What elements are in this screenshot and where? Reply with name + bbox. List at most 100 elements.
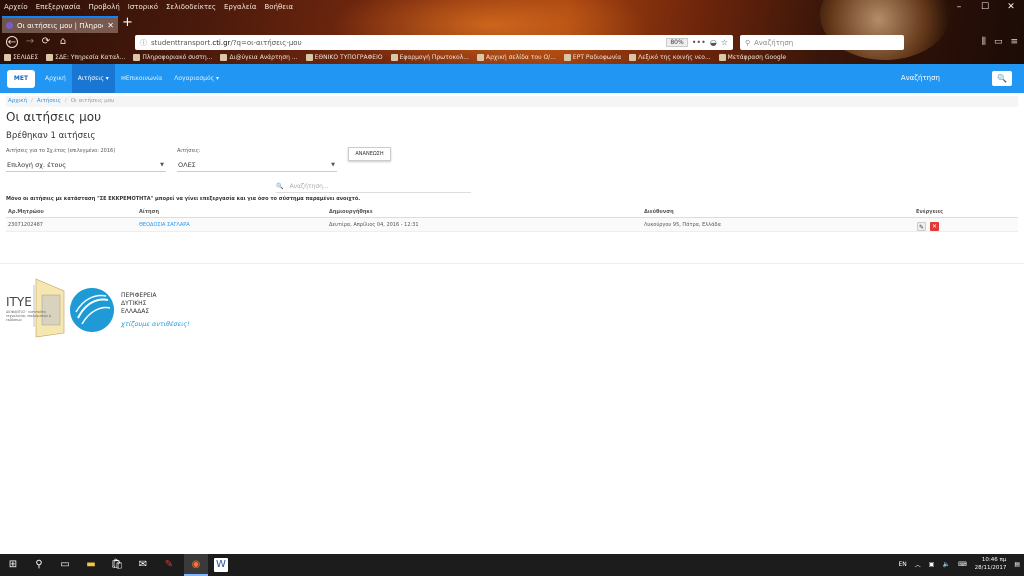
forward-icon[interactable]: →: [24, 36, 36, 48]
page-actions-icon[interactable]: •••: [692, 38, 706, 47]
close-window-icon[interactable]: ✕: [998, 0, 1024, 14]
nav-search-label[interactable]: Αναζήτηση: [901, 64, 940, 93]
refresh-button[interactable]: ΑΝΑΝΕΩΣΗ: [348, 147, 391, 161]
browser-search-placeholder: Αναζήτηση: [754, 38, 794, 47]
table-row: 23071202487 ΘΕΟΔΟΣΙΑ ΣΑΓΛΑΡΑ Δευτέρα, Απ…: [6, 218, 1018, 232]
bookmark-star-icon[interactable]: ☆: [721, 38, 728, 47]
nav-search-button[interactable]: 🔍: [992, 71, 1012, 86]
nav-applications[interactable]: Αιτήσεις ▾: [71, 64, 115, 93]
info-icon[interactable]: ⓘ: [140, 38, 147, 48]
menu-tools[interactable]: Εργαλεία: [220, 0, 261, 13]
menu-file[interactable]: Αρχείο: [0, 0, 32, 13]
firefox-icon[interactable]: ◉: [184, 554, 208, 576]
word-icon[interactable]: W: [214, 558, 228, 572]
windows-start-icon[interactable]: ⊞: [6, 558, 20, 572]
menu-history[interactable]: Ιστορικό: [124, 0, 162, 13]
col-application[interactable]: Αίτηση: [139, 209, 159, 215]
region-line-3: ΕΛΛΑΔΑΣ: [121, 308, 150, 315]
browser-navbar: ← → ⟳ ⌂ ⓘ studenttransport.cti.gr/?q=οι-…: [0, 33, 1024, 51]
tab-close-icon[interactable]: ✕: [107, 21, 114, 30]
bookmark-item[interactable]: ΣΔΕ: Υπηρεσία Καταλ...: [46, 54, 125, 61]
pocket-icon[interactable]: ◒: [710, 38, 717, 47]
delete-icon[interactable]: ✕: [930, 222, 939, 231]
bookmark-item[interactable]: Αρχική σελίδα του Ο/...: [476, 54, 556, 61]
task-view-icon[interactable]: ▭: [58, 558, 72, 572]
menu-view[interactable]: Προβολή: [84, 0, 123, 13]
system-tray: EN ︿ ▣ 🔈 ⌨ 10:46 πμ 28/11/2017 ▤: [899, 556, 1021, 572]
mail-icon[interactable]: ✉: [136, 558, 150, 572]
library-icon[interactable]: ⫼: [982, 37, 986, 47]
dropdown-caret-icon: ▼: [331, 162, 335, 168]
sidebar-icon[interactable]: ▭: [994, 37, 1003, 47]
col-created[interactable]: Δημιουργήθηκε: [329, 209, 373, 215]
volume-icon[interactable]: 🔈: [942, 561, 949, 568]
url-bar[interactable]: ⓘ studenttransport.cti.gr/?q=οι-αιτήσεις…: [135, 35, 733, 50]
url-text[interactable]: studenttransport.cti.gr/?q=οι-αιτήσεις-μ…: [151, 39, 662, 47]
bookmark-item[interactable]: Λεξικό της κοινής νεο...: [629, 54, 711, 61]
cell-registry: 23071202487: [8, 222, 43, 228]
tab-title: Οι αιτήσεις μου | Πληροφορι...: [17, 21, 103, 30]
nav-home[interactable]: Αρχική: [39, 64, 72, 93]
zoom-level[interactable]: 80%: [666, 38, 688, 47]
bookmark-item[interactable]: Εφαρμογή Πρωτοκολ...: [390, 54, 469, 61]
browser-chrome: Αρχείο Επεξεργασία Προβολή Ιστορικό Σελι…: [0, 0, 1024, 64]
dropdown-caret-icon: ▼: [160, 162, 164, 168]
notifications-icon[interactable]: ▤: [1014, 561, 1020, 568]
results-count: Βρέθηκαν 1 αιτήσεις: [6, 131, 96, 141]
browser-search-box[interactable]: ⚲ Αναζήτηση: [740, 35, 904, 50]
col-actions: Ενέργειες: [916, 209, 944, 215]
cell-application-link[interactable]: ΘΕΟΔΟΣΙΑ ΣΑΓΛΑΡΑ: [139, 222, 190, 228]
col-address[interactable]: Διεύθυνση: [644, 209, 674, 215]
bookmark-item[interactable]: Μετάφραση Google: [718, 54, 786, 61]
browser-tab[interactable]: Οι αιτήσεις μου | Πληροφορι... ✕: [2, 16, 118, 33]
bookmark-item[interactable]: ΣΕΛΙΔΕΣ: [4, 54, 38, 61]
network-icon[interactable]: ▣: [929, 561, 935, 568]
language-indicator[interactable]: EN: [899, 561, 907, 568]
search-icon[interactable]: ⚲: [32, 558, 46, 572]
year-select[interactable]: Επιλογή σχ. έτους ▼: [6, 159, 166, 172]
windows-taskbar: ⊞ ⚲ ▭ ▬ 🛍 ✉ ✎ ◉ W EN ︿ ▣ 🔈 ⌨ 10:46 πμ 28…: [0, 554, 1024, 576]
minimize-icon[interactable]: –: [946, 0, 972, 14]
itye-text: ΙΤΥΕ: [6, 295, 32, 309]
back-icon[interactable]: ←: [6, 36, 18, 48]
file-explorer-icon[interactable]: ▬: [84, 558, 98, 572]
reload-icon[interactable]: ⟳: [40, 36, 52, 48]
favicon-icon: [629, 54, 637, 61]
breadcrumb-current: Οι αιτήσεις μου: [70, 98, 115, 104]
home-icon[interactable]: ⌂: [57, 36, 69, 48]
store-icon[interactable]: 🛍: [110, 558, 124, 572]
col-registry[interactable]: Αρ.Μητρώου: [8, 209, 44, 215]
menu-bookmarks[interactable]: Σελιδοδείκτες: [162, 0, 220, 13]
table-search[interactable]: 🔍 Αναζήτηση...: [276, 181, 471, 193]
clock-date: 28/11/2017: [974, 565, 1007, 571]
favicon-icon: [476, 54, 484, 61]
type-select[interactable]: ΟΛΕΣ ▼: [177, 159, 337, 172]
site-logo[interactable]: ΜΕΤ: [7, 69, 35, 88]
hamburger-menu-icon[interactable]: ≡: [1010, 37, 1018, 47]
breadcrumb-applications[interactable]: Αιτήσεις: [37, 98, 61, 104]
bookmark-item[interactable]: ΕΡΤ Ραδιοφωνία: [563, 54, 621, 61]
footer-divider: [0, 263, 1024, 264]
region-name: ΠΕΡΙΦΕΡΕΙΑ ΔΥΤΙΚΗΣ ΕΛΛΑΔΑΣ: [121, 292, 157, 316]
keyboard-icon[interactable]: ⌨: [958, 561, 967, 568]
bookmark-item[interactable]: ΕΘΝΙΚΟ ΤΥΠΟΓΡΑΦΕΙΟ: [305, 54, 383, 61]
maximize-icon[interactable]: ☐: [972, 0, 998, 14]
menu-help[interactable]: Βοήθεια: [261, 0, 298, 13]
new-tab-icon[interactable]: +: [122, 15, 133, 30]
cell-address: Λυκούργου 95, Πάτρα, Ελλάδα: [644, 222, 721, 228]
breadcrumb-home[interactable]: Αρχική: [8, 98, 27, 104]
clock[interactable]: 10:46 πμ 28/11/2017: [975, 556, 1007, 572]
site-navbar: ΜΕΤ Αρχική Αιτήσεις ▾ ✉Επικοινωνία Λογαρ…: [0, 64, 1024, 93]
chevron-up-icon[interactable]: ︿: [915, 560, 921, 569]
app-icon[interactable]: ✎: [162, 558, 176, 572]
search-icon: ⚲: [745, 38, 751, 47]
favicon-icon: [133, 54, 141, 61]
menu-edit[interactable]: Επεξεργασία: [32, 0, 85, 13]
window-controls: – ☐ ✕: [946, 0, 1024, 14]
bookmark-item[interactable]: Δι@ύγεια Ανάρτηση ...: [220, 54, 298, 61]
bookmark-item[interactable]: Πληροφοριακό συστη...: [133, 54, 212, 61]
nav-account[interactable]: Λογαριασμός ▾: [168, 64, 225, 93]
edit-icon[interactable]: ✎: [917, 222, 926, 231]
nav-contact[interactable]: ✉Επικοινωνία: [115, 64, 168, 93]
type-label: Αιτήσεις:: [177, 148, 201, 154]
